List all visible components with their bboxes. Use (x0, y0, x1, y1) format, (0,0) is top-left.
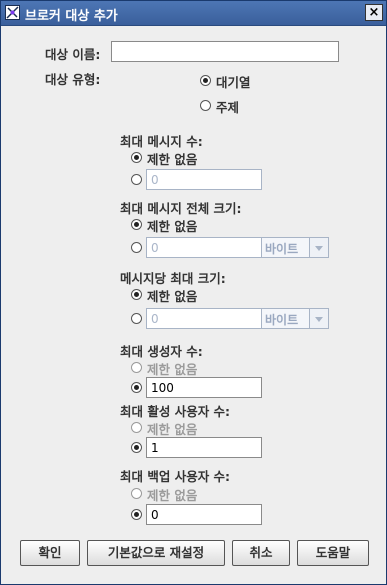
close-button[interactable]: × (365, 4, 383, 21)
window-title: 브로커 대상 추가 (25, 9, 118, 24)
max-active-consumers-unlimited-radio[interactable]: 제한 없음 (131, 419, 197, 437)
dest-name-label: 대상 이름: (45, 47, 101, 62)
radio-indicator[interactable] (131, 289, 142, 300)
dest-type-label: 대상 유형: (45, 72, 101, 87)
max-producers-unlimited-label: 제한 없음 (147, 362, 198, 377)
max-messages-unlimited-radio[interactable]: 제한 없음 (131, 149, 197, 167)
max-messages-label: 최대 메시지 수: (120, 134, 203, 149)
max-size-per-msg-label: 메시지당 최대 크기: (120, 271, 226, 286)
radio-indicator[interactable] (131, 152, 142, 163)
max-total-size-unlimited-radio[interactable]: 제한 없음 (131, 216, 197, 234)
radio-indicator[interactable] (200, 75, 211, 86)
app-icon (5, 5, 20, 20)
max-active-consumers-unlimited-label: 제한 없음 (147, 422, 198, 437)
cancel-button[interactable]: 취소 (232, 540, 290, 566)
dest-type-queue-radio[interactable]: 대기열 (200, 72, 251, 90)
radio-indicator[interactable] (131, 422, 142, 433)
max-producers-unlimited-radio[interactable]: 제한 없음 (131, 359, 197, 377)
max-size-per-msg-unlimited-label: 제한 없음 (147, 289, 198, 304)
max-active-consumers-label: 최대 활성 사용자 수: (120, 404, 231, 419)
dest-type-queue-label: 대기열 (216, 75, 251, 90)
max-size-per-msg-unlimited-radio[interactable]: 제한 없음 (131, 286, 197, 304)
dest-type-topic-label: 주제 (216, 100, 240, 115)
max-active-consumers-input[interactable] (146, 437, 262, 458)
radio-indicator[interactable] (131, 362, 142, 373)
max-producers-input[interactable] (146, 377, 262, 398)
max-messages-input[interactable] (146, 169, 262, 190)
max-size-per-msg-unit-select[interactable]: 바이트 (261, 308, 329, 329)
dest-name-input[interactable] (111, 41, 339, 62)
help-button[interactable]: 도움말 (297, 540, 369, 566)
dest-type-topic-radio[interactable]: 주제 (200, 97, 239, 115)
max-size-per-msg-value-radio[interactable] (131, 313, 142, 324)
radio-indicator[interactable] (200, 100, 211, 111)
max-total-size-unit-select[interactable]: 바이트 (261, 237, 329, 258)
max-producers-label: 최대 생성자 수: (120, 344, 203, 359)
max-total-size-value-radio[interactable] (131, 242, 142, 253)
max-total-size-unlimited-label: 제한 없음 (147, 219, 198, 234)
max-total-size-label: 최대 메시지 전체 크기: (120, 201, 242, 216)
max-producers-value-radio[interactable] (131, 382, 142, 393)
max-backup-consumers-unlimited-radio[interactable]: 제한 없음 (131, 485, 197, 503)
title-bar: 브로커 대상 추가 × (1, 1, 386, 26)
max-backup-consumers-unlimited-label: 제한 없음 (147, 488, 198, 503)
max-size-per-msg-input[interactable] (146, 308, 262, 329)
reset-defaults-button[interactable]: 기본값으로 재설정 (87, 540, 225, 566)
unit-value: 바이트 (265, 242, 299, 256)
max-messages-value-radio[interactable] (131, 174, 142, 185)
max-backup-consumers-value-radio[interactable] (131, 509, 142, 520)
chevron-down-icon[interactable] (309, 238, 328, 257)
max-messages-unlimited-label: 제한 없음 (147, 152, 198, 167)
chevron-down-icon[interactable] (309, 309, 328, 328)
max-backup-consumers-label: 최대 백업 사용자 수: (120, 469, 231, 484)
ok-button[interactable]: 확인 (20, 540, 80, 566)
unit-value: 바이트 (265, 313, 299, 327)
dialog-window: 브로커 대상 추가 × 대상 이름: 대상 유형: 대기열 주제 최대 메시지 … (0, 0, 387, 585)
max-total-size-input[interactable] (146, 237, 262, 258)
radio-indicator[interactable] (131, 488, 142, 499)
max-backup-consumers-input[interactable] (146, 504, 262, 525)
max-active-consumers-value-radio[interactable] (131, 442, 142, 453)
radio-indicator[interactable] (131, 219, 142, 230)
